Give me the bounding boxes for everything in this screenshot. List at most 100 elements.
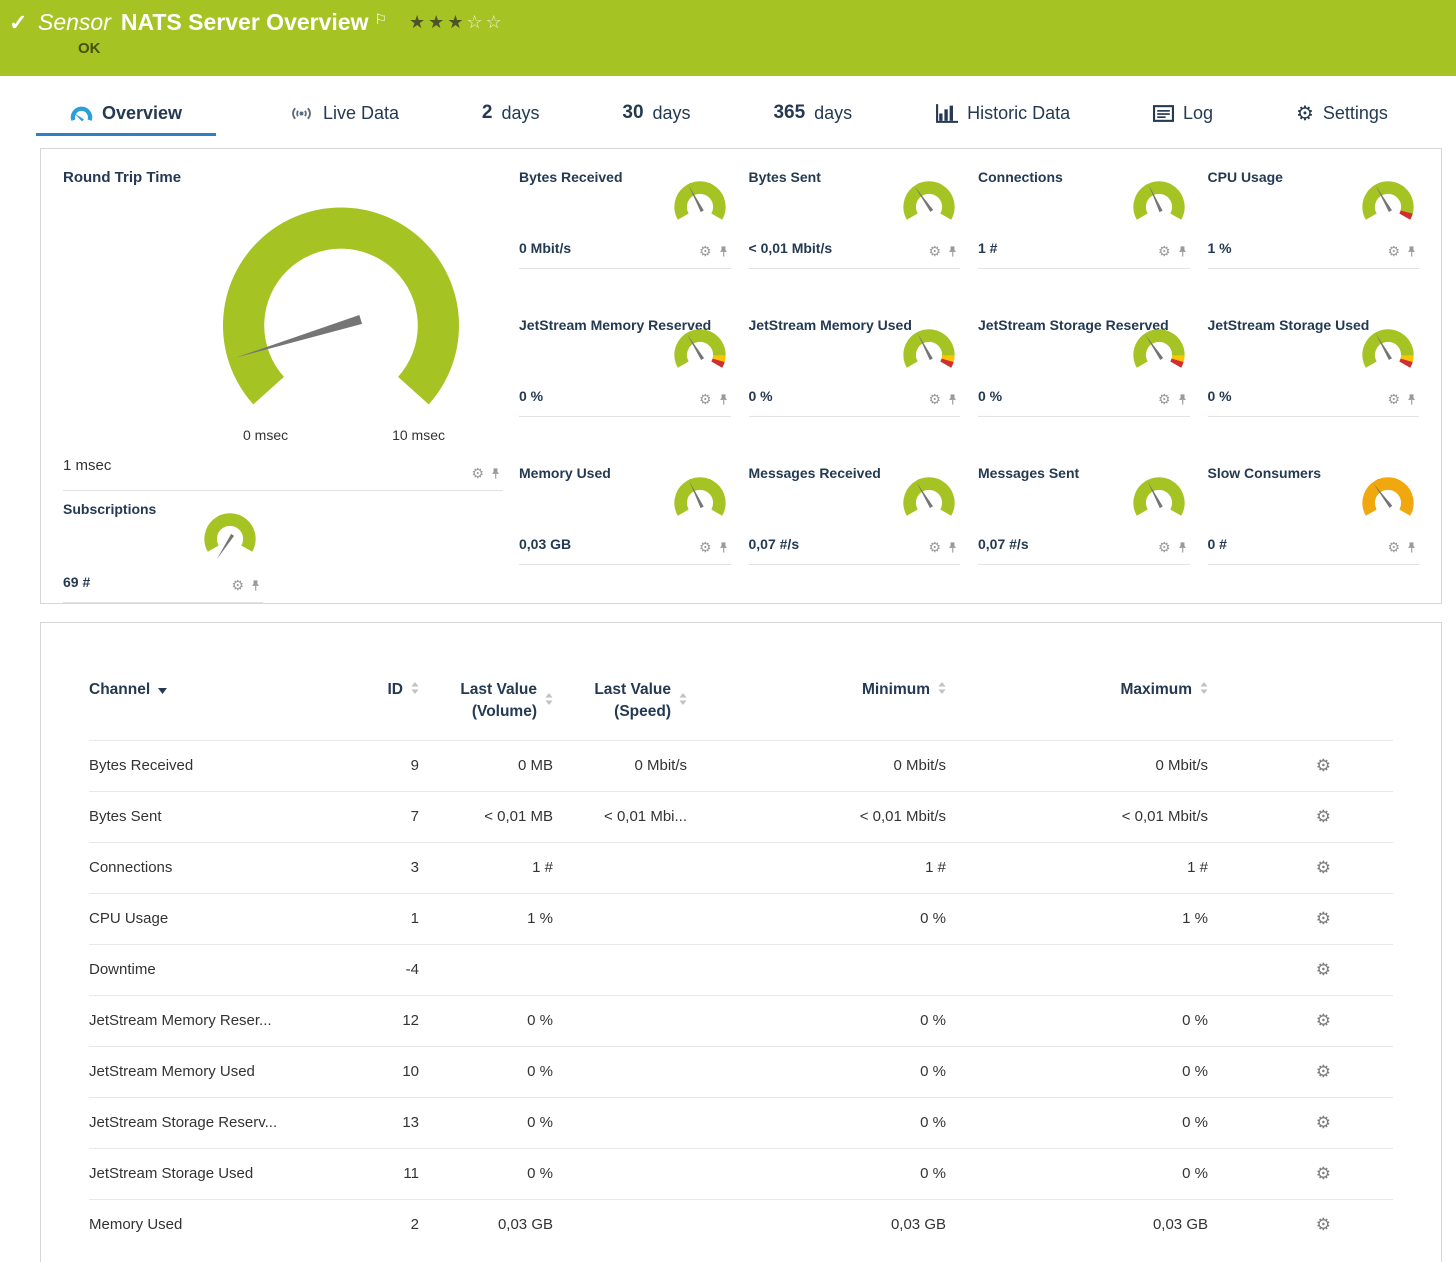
gauge-tile[interactable]: Messages Sent0,07 #/s⚙ (978, 455, 1190, 565)
tab-settings[interactable]: ⚙Settings (1286, 103, 1398, 136)
channel-row[interactable]: Downtime-4⚙ (89, 944, 1393, 995)
channel-name[interactable]: Connections (89, 842, 329, 893)
channel-row[interactable]: JetStream Memory Reser...120 %0 %0 %⚙ (89, 995, 1393, 1046)
channel-settings-icon[interactable]: ⚙ (1316, 960, 1331, 979)
gauge-pin-icon[interactable] (947, 245, 958, 258)
column-header-min[interactable]: Minimum (687, 679, 946, 740)
gauge-pin-icon[interactable] (1406, 245, 1417, 258)
gauge-tile[interactable]: JetStream Memory Used0 %⚙ (749, 307, 961, 417)
gauge-tile[interactable]: Messages Received0,07 #/s⚙ (749, 455, 961, 565)
channel-settings-icon[interactable]: ⚙ (1316, 756, 1331, 775)
channel-name[interactable]: CPU Usage (89, 893, 329, 944)
channel-settings-icon[interactable]: ⚙ (1316, 909, 1331, 928)
gauge-tile[interactable]: JetStream Memory Reserved0 %⚙ (519, 307, 731, 417)
star-empty-icon[interactable]: ☆ (466, 12, 485, 32)
tab-number: 30 (622, 102, 643, 124)
tab-2-days[interactable]: 2days (472, 102, 550, 136)
gauge-gear-icon[interactable]: ⚙ (471, 466, 484, 480)
gauge-pin-icon[interactable] (718, 393, 729, 406)
channel-settings-icon[interactable]: ⚙ (1316, 1062, 1331, 1081)
priority-flag-icon[interactable]: ⚐ (374, 11, 387, 28)
gauge-gear-icon[interactable]: ⚙ (928, 244, 941, 258)
channel-id: 2 (329, 1199, 419, 1250)
subscriptions-tile[interactable]: Subscriptions 69 # ⚙ (63, 491, 263, 603)
star-filled-icon[interactable]: ★ (447, 12, 466, 32)
gauge-gear-icon[interactable]: ⚙ (699, 392, 712, 406)
gauge-pin-icon[interactable] (947, 541, 958, 554)
gauge-tile[interactable]: JetStream Storage Reserved0 %⚙ (978, 307, 1190, 417)
rating-stars[interactable]: ★★★☆☆ (409, 12, 505, 33)
gauge-tile[interactable]: Connections1 #⚙ (978, 159, 1190, 269)
channel-name[interactable]: Bytes Sent (89, 791, 329, 842)
tab-log[interactable]: Log (1143, 103, 1223, 136)
gauge-pin-icon[interactable] (1406, 393, 1417, 406)
gauge-pin-icon[interactable] (250, 579, 261, 592)
star-filled-icon[interactable]: ★ (428, 12, 447, 32)
channel-settings-icon[interactable]: ⚙ (1316, 807, 1331, 826)
gauge-pin-icon[interactable] (490, 467, 501, 480)
gauge-tile[interactable]: JetStream Storage Used0 %⚙ (1208, 307, 1420, 417)
channel-row[interactable]: JetStream Storage Used110 %0 %0 %⚙ (89, 1148, 1393, 1199)
gauge-pin-icon[interactable] (718, 541, 729, 554)
star-empty-icon[interactable]: ☆ (486, 12, 505, 32)
tab-live-data[interactable]: Live Data (279, 103, 409, 136)
channel-name[interactable]: JetStream Memory Reser... (89, 995, 329, 1046)
star-filled-icon[interactable]: ★ (409, 12, 428, 32)
channel-settings-icon[interactable]: ⚙ (1316, 1164, 1331, 1183)
gauge-gear-icon[interactable]: ⚙ (928, 392, 941, 406)
channel-name[interactable]: Bytes Received (89, 740, 329, 791)
column-header-volume[interactable]: Last Value(Volume) (419, 679, 553, 740)
gauge-pin-icon[interactable] (1406, 541, 1417, 554)
channel-name[interactable]: JetStream Storage Used (89, 1148, 329, 1199)
tab-overview[interactable]: Overview (36, 103, 216, 136)
gauge-gear-icon[interactable]: ⚙ (699, 540, 712, 554)
tab-365-days[interactable]: 365days (763, 102, 862, 136)
column-header-max[interactable]: Maximum (946, 679, 1208, 740)
gauge-gear-icon[interactable]: ⚙ (1158, 540, 1171, 554)
channel-name[interactable]: JetStream Memory Used (89, 1046, 329, 1097)
tab-historic-data[interactable]: Historic Data (925, 103, 1080, 136)
channel-settings-icon[interactable]: ⚙ (1316, 1011, 1331, 1030)
gauge-pin-icon[interactable] (947, 393, 958, 406)
tab-30-days[interactable]: 30days (612, 102, 700, 136)
channel-row[interactable]: Bytes Sent7< 0,01 MB< 0,01 Mbi...< 0,01 … (89, 791, 1393, 842)
channel-name[interactable]: Downtime (89, 944, 329, 995)
gauge-gear-icon[interactable]: ⚙ (1387, 540, 1400, 554)
gauge-tile[interactable]: Memory Used0,03 GB⚙ (519, 455, 731, 565)
scale-min-label: 0 msec (243, 427, 288, 443)
channel-row[interactable]: JetStream Memory Used100 %0 %0 %⚙ (89, 1046, 1393, 1097)
gauge-tile[interactable]: CPU Usage1 %⚙ (1208, 159, 1420, 269)
gauge-gear-icon[interactable]: ⚙ (1387, 244, 1400, 258)
channel-row[interactable]: JetStream Storage Reserv...130 %0 %0 %⚙ (89, 1097, 1393, 1148)
gauge-gear-icon[interactable]: ⚙ (1387, 392, 1400, 406)
gauge-pin-icon[interactable] (1177, 541, 1188, 554)
gauge-value: 0,03 GB (519, 536, 571, 552)
channel-settings-icon[interactable]: ⚙ (1316, 1215, 1331, 1234)
column-header-speed[interactable]: Last Value(Speed) (553, 679, 687, 740)
gauge-icons: ⚙ (1387, 540, 1417, 554)
channel-row[interactable]: Memory Used20,03 GB0,03 GB0,03 GB⚙ (89, 1199, 1393, 1250)
gauge-pin-icon[interactable] (1177, 245, 1188, 258)
gauge-tile[interactable]: Bytes Sent< 0,01 Mbit/s⚙ (749, 159, 961, 269)
channel-name[interactable]: Memory Used (89, 1199, 329, 1250)
column-header-channel[interactable]: Channel (89, 679, 329, 740)
gauge-tile[interactable]: Slow Consumers0 #⚙ (1208, 455, 1420, 565)
channel-name[interactable]: JetStream Storage Reserv... (89, 1097, 329, 1148)
gauge-gear-icon[interactable]: ⚙ (1158, 392, 1171, 406)
channel-settings-icon[interactable]: ⚙ (1316, 1113, 1331, 1132)
gauge-pin-icon[interactable] (718, 245, 729, 258)
gauge-gear-icon[interactable]: ⚙ (231, 578, 244, 592)
column-header-id[interactable]: ID (329, 679, 419, 740)
channel-row[interactable]: CPU Usage11 %0 %1 %⚙ (89, 893, 1393, 944)
gauge-gear-icon[interactable]: ⚙ (1158, 244, 1171, 258)
channel-row[interactable]: Connections31 #1 #1 #⚙ (89, 842, 1393, 893)
gauge-tile[interactable]: Bytes Received0 Mbit/s⚙ (519, 159, 731, 269)
channel-settings-icon[interactable]: ⚙ (1316, 858, 1331, 877)
round-trip-tile[interactable]: Round Trip Time 0 msec 10 msec 1 msec ⚙ (63, 159, 503, 491)
gauge-dial (1357, 323, 1419, 388)
gauge-gear-icon[interactable]: ⚙ (928, 540, 941, 554)
gauge-pin-icon[interactable] (1177, 393, 1188, 406)
channel-maximum: 0 Mbit/s (946, 740, 1208, 791)
channel-row[interactable]: Bytes Received90 MB0 Mbit/s0 Mbit/s0 Mbi… (89, 740, 1393, 791)
gauge-gear-icon[interactable]: ⚙ (699, 244, 712, 258)
